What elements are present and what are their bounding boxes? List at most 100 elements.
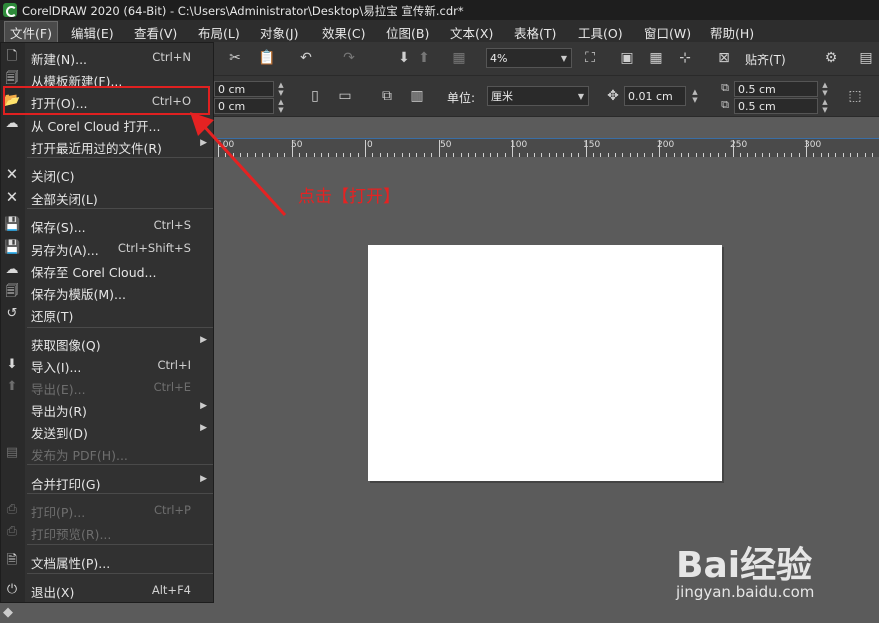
width-spinner-icon[interactable]: ▲ ▼	[276, 81, 286, 97]
ruler-tick	[798, 153, 800, 157]
ruler-tick	[835, 153, 837, 157]
ruler-tick	[651, 153, 653, 157]
ruler-tick	[578, 153, 580, 157]
ruler-tick	[857, 153, 859, 157]
file-menu-item[interactable]: ↺ 还原(T)	[1, 303, 213, 325]
menu-table[interactable]: 表格(T)	[514, 23, 556, 42]
baidu-watermark-logo: Bai经验	[676, 545, 813, 586]
menu-window[interactable]: 窗口(W)	[644, 23, 691, 42]
ruler-tick	[872, 153, 874, 157]
duplicate-x-icon: ⧉	[721, 81, 729, 94]
cloud-save-icon: ☁	[5, 262, 19, 277]
paste-icon[interactable]: 📋	[258, 49, 276, 67]
import-toolbar-icon[interactable]: ⬇	[395, 49, 413, 67]
ruler-tick	[681, 153, 683, 157]
launcher-icon[interactable]: ▤	[857, 49, 875, 67]
fill-tool-icon[interactable]: ◆	[3, 605, 21, 623]
menu-item-label: 退出(X)	[31, 585, 75, 600]
ruler-tick	[379, 153, 381, 157]
ruler-tick	[629, 153, 631, 157]
treat-as-filled-icon[interactable]: ⬚	[846, 87, 864, 105]
submenu-arrow-icon: ▶	[200, 474, 207, 484]
ruler-tick	[710, 153, 712, 157]
gear-icon[interactable]: ⚙	[822, 49, 840, 67]
ruler-label: 50	[440, 140, 452, 150]
menu-separator	[27, 573, 213, 574]
publish-pdf-icon[interactable]: ▦	[450, 49, 468, 67]
power-icon: ⏻	[6, 582, 18, 597]
duplicate-x-field[interactable]: 0.5 cm	[734, 81, 818, 97]
ruler-tick	[791, 153, 793, 157]
ruler-tick	[497, 153, 499, 157]
all-pages-icon[interactable]: ⧉	[378, 87, 396, 105]
menu-help[interactable]: 帮助(H)	[710, 23, 754, 42]
menu-view[interactable]: 查看(V)	[134, 23, 177, 42]
dup-x-spinner-icon[interactable]: ▲ ▼	[820, 81, 830, 97]
menu-effects[interactable]: 效果(C)	[322, 23, 365, 42]
menu-separator	[27, 327, 213, 328]
current-page-icon[interactable]: ▥	[408, 87, 426, 105]
export-icon: ⬆	[6, 379, 18, 394]
duplicate-y-field[interactable]: 0.5 cm	[734, 98, 818, 114]
horizontal-ruler[interactable]: 100 50 0 50 100 150 200 250 300	[214, 138, 879, 157]
dup-y-spinner-icon[interactable]: ▲ ▼	[820, 98, 830, 114]
ruler-tick	[644, 153, 646, 157]
zoom-level-select[interactable]: 4% ▼	[486, 48, 572, 68]
ruler-tick	[519, 153, 521, 157]
landscape-icon[interactable]: ▭	[336, 87, 354, 105]
export-toolbar-icon[interactable]: ⬆	[415, 49, 433, 67]
object-width-field[interactable]: 0 cm	[214, 81, 274, 97]
new-template-icon: 🗐	[5, 71, 19, 86]
close-all-icon: 🗙	[7, 189, 17, 204]
file-menu-item[interactable]: ⏻ 退出(X) Alt+F4	[1, 579, 213, 601]
object-width-value: 0 cm	[218, 83, 246, 96]
snap-to-dropdown[interactable]: 贴齐(T)	[745, 51, 786, 68]
highlight-box	[3, 86, 210, 115]
menu-item-label: 关闭(C)	[31, 169, 75, 184]
portrait-icon[interactable]: ▯	[306, 87, 324, 105]
menu-item-shortcut: Ctrl+P	[153, 503, 191, 517]
file-menu-item[interactable]: 获取图像(Q) ▶	[1, 332, 213, 354]
undo-icon[interactable]: ↶	[297, 49, 315, 67]
menu-file[interactable]: 文件(F)	[4, 21, 58, 44]
file-menu-item[interactable]: 🗋 新建(N)... Ctrl+N	[1, 46, 213, 68]
menu-object[interactable]: 对象(J)	[260, 23, 298, 42]
ruler-tick	[541, 153, 543, 157]
menu-bitmaps[interactable]: 位图(B)	[386, 23, 429, 42]
file-menu-item[interactable]: 发送到(D) ▶	[1, 420, 213, 442]
ruler-tick	[813, 153, 815, 157]
menu-tools[interactable]: 工具(O)	[578, 23, 623, 42]
nudge-distance-field[interactable]: 0.01 cm	[624, 86, 686, 106]
file-menu-item[interactable]: 💾 另存为(A)... Ctrl+Shift+S	[1, 237, 213, 259]
units-select[interactable]: 厘米 ▼	[487, 86, 589, 106]
file-menu-item[interactable]: 合并打印(G) ▶	[1, 471, 213, 493]
nudge-spinner-icon[interactable]: ▲ ▼	[690, 88, 700, 104]
ruler-tick	[754, 153, 756, 157]
ruler-tick	[489, 153, 491, 157]
guidelines-icon[interactable]: ⊹	[676, 49, 694, 67]
file-menu-item[interactable]: ☁ 保存至 Corel Cloud...	[1, 259, 213, 281]
file-menu-item[interactable]: 导出为(R) ▶	[1, 398, 213, 420]
ruler-tick	[806, 140, 807, 157]
menu-item-label: 保存为模版(M)...	[31, 287, 126, 302]
rulers-icon[interactable]: ▣	[618, 49, 636, 67]
file-menu-item[interactable]: 🗐 保存为模版(M)...	[1, 281, 213, 303]
menu-edit[interactable]: 编辑(E)	[71, 23, 114, 42]
ruler-tick	[600, 153, 602, 157]
menu-text[interactable]: 文本(X)	[450, 23, 493, 42]
ruler-tick	[416, 153, 418, 157]
menu-item-shortcut: Ctrl+Shift+S	[117, 241, 191, 255]
redo-icon[interactable]: ↷	[340, 49, 358, 67]
menu-item-label: 打印(P)...	[31, 505, 86, 520]
menu-layout[interactable]: 布局(L)	[198, 23, 240, 42]
ruler-tick	[512, 140, 513, 157]
full-screen-icon[interactable]: ⛶	[581, 49, 599, 67]
ruler-label: 0	[367, 140, 373, 150]
file-menu-item[interactable]: 🗎 文档属性(P)...	[1, 550, 213, 572]
menu-item-label: 从 Corel Cloud 打开...	[31, 119, 161, 134]
cut-icon[interactable]: ✂	[226, 49, 244, 67]
grid-icon[interactable]: ▦	[647, 49, 665, 67]
document-page[interactable]	[368, 245, 722, 481]
file-menu-item[interactable]: ⬇ 导入(I)... Ctrl+I	[1, 354, 213, 376]
snap-off-icon[interactable]: ⊠	[715, 49, 733, 67]
